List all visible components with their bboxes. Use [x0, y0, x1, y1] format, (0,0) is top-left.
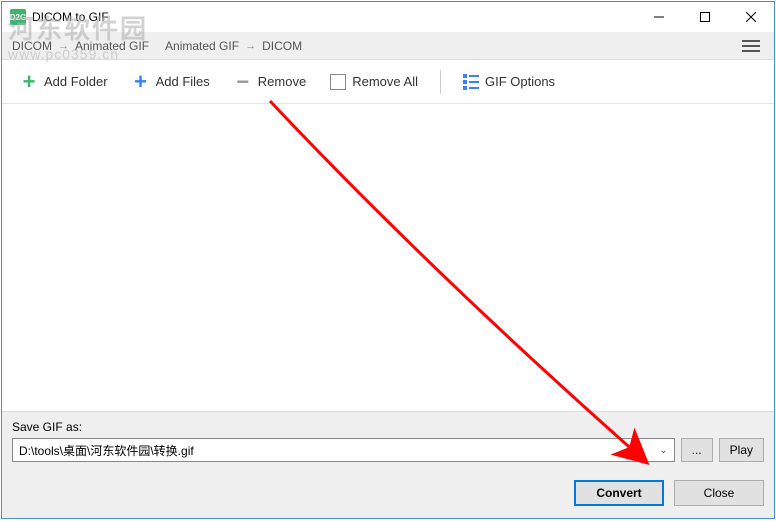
action-row: Convert Close: [12, 480, 764, 506]
gif-options-button[interactable]: GIF Options: [455, 70, 563, 94]
close-window-button[interactable]: [728, 2, 774, 32]
crumb-2[interactable]: Animated GIF: [75, 39, 149, 53]
crumb-3[interactable]: Animated GIF: [165, 39, 239, 53]
maximize-button[interactable]: [682, 2, 728, 32]
window-title: DICOM to GIF: [32, 10, 636, 24]
close-button[interactable]: Close: [674, 480, 764, 506]
remove-label: Remove: [258, 74, 306, 89]
toolbar: + Add Folder + Add Files − Remove Remove…: [2, 60, 774, 104]
add-files-label: Add Files: [156, 74, 210, 89]
crumb-1[interactable]: DICOM: [12, 39, 52, 53]
minimize-button[interactable]: [636, 2, 682, 32]
bottom-panel: Save GIF as: D:\tools\桌面\河东软件园\转换.gif ⌄ …: [2, 411, 774, 518]
add-files-button[interactable]: + Add Files: [124, 69, 218, 95]
file-list-area: [2, 104, 774, 411]
save-path-dropdown[interactable]: D:\tools\桌面\河东软件园\转换.gif ⌄: [12, 438, 675, 462]
divider: [440, 70, 441, 94]
crumb-4[interactable]: DICOM: [262, 39, 302, 53]
list-icon: [463, 74, 479, 90]
gif-options-label: GIF Options: [485, 74, 555, 89]
remove-button[interactable]: − Remove: [226, 69, 314, 95]
titlebar: D2G DICOM to GIF: [2, 2, 774, 32]
arrow-icon: →: [245, 40, 256, 52]
convert-button[interactable]: Convert: [574, 480, 664, 506]
app-window: D2G DICOM to GIF DICOM → Animated GIF An…: [1, 1, 775, 519]
breadcrumb-bar: DICOM → Animated GIF Animated GIF → DICO…: [2, 32, 774, 60]
save-as-label: Save GIF as:: [12, 420, 764, 434]
remove-all-label: Remove All: [352, 74, 418, 89]
add-folder-button[interactable]: + Add Folder: [12, 69, 116, 95]
remove-all-button[interactable]: Remove All: [322, 70, 426, 94]
play-button[interactable]: Play: [719, 438, 764, 462]
arrow-icon: →: [58, 40, 69, 52]
app-icon: D2G: [10, 9, 26, 25]
chevron-down-icon: ⌄: [659, 445, 667, 456]
save-path-value: D:\tools\桌面\河东软件园\转换.gif: [19, 442, 194, 459]
minus-icon: −: [234, 73, 252, 91]
plus-icon: +: [20, 73, 38, 91]
add-folder-label: Add Folder: [44, 74, 108, 89]
save-row: D:\tools\桌面\河东软件园\转换.gif ⌄ ... Play: [12, 438, 764, 462]
checkbox-icon: [330, 74, 346, 90]
plus-icon: +: [132, 73, 150, 91]
menu-button[interactable]: [738, 33, 764, 59]
window-controls: [636, 2, 774, 32]
browse-button[interactable]: ...: [681, 438, 713, 462]
